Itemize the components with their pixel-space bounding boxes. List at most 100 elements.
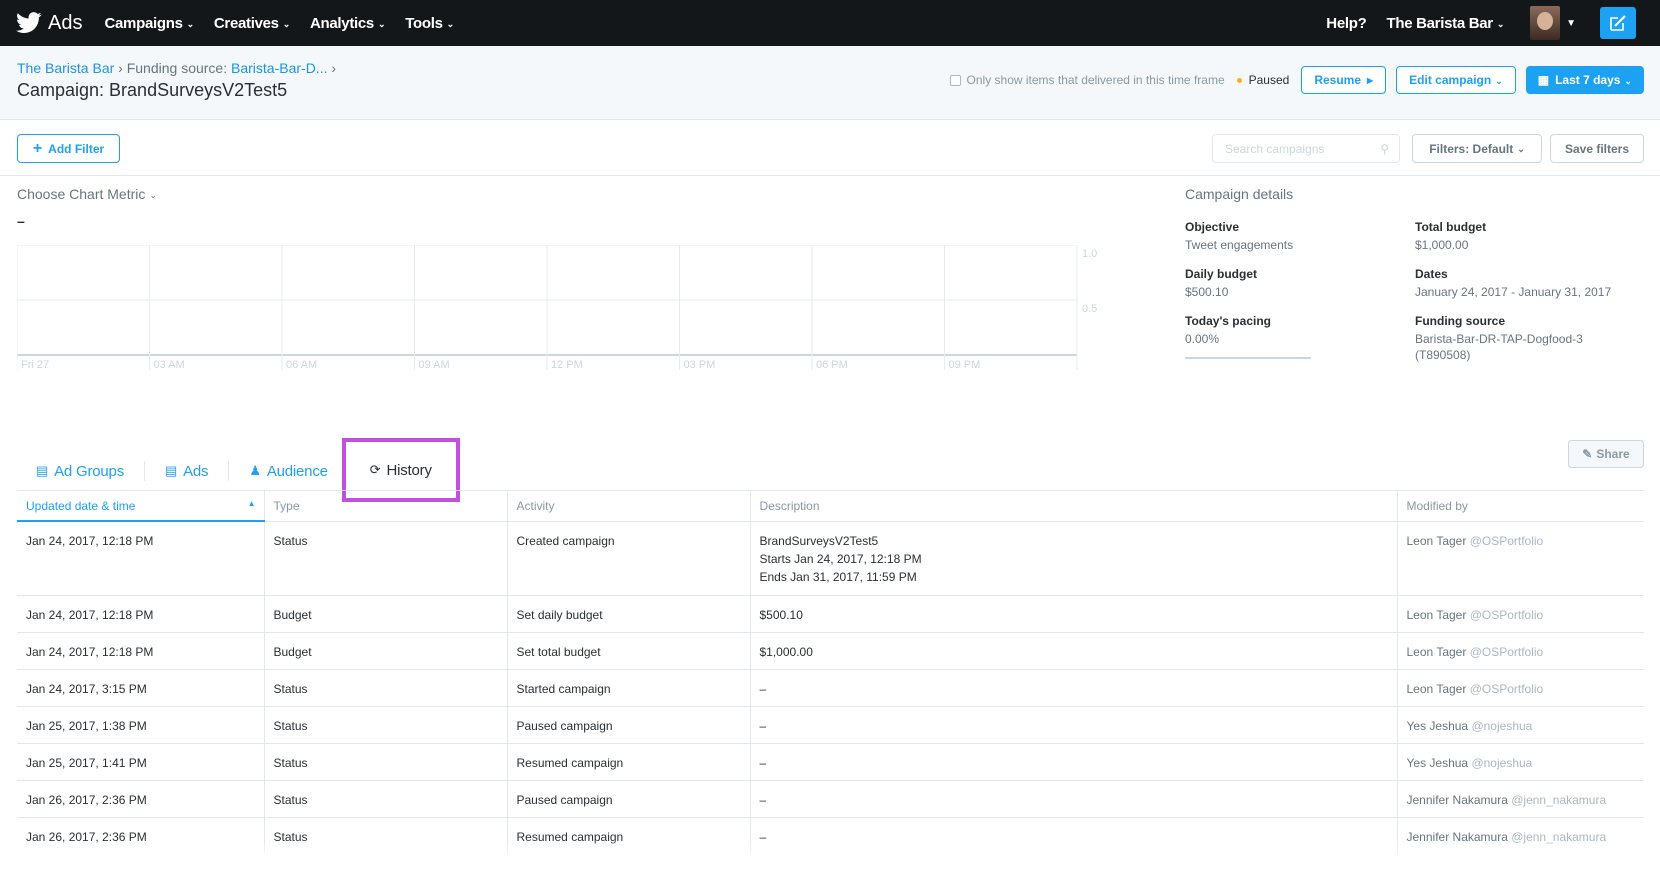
- chart-x-tick-label: Fri 27: [21, 359, 49, 371]
- only-show-checkbox[interactable]: [949, 74, 961, 86]
- cell-date: Jan 25, 2017, 1:41 PM: [17, 742, 265, 780]
- twitter-bird-icon: [16, 12, 42, 33]
- campaign-details: Campaign details Objective Tweet engageme…: [1185, 186, 1645, 363]
- paused-status-dot: [1236, 77, 1242, 83]
- chevron-down-icon: ⌄: [149, 189, 157, 200]
- breadcrumb-account-link[interactable]: The Barista Bar: [17, 60, 114, 76]
- breadcrumb-funding-label: Funding source:: [126, 60, 228, 76]
- date-range-button[interactable]: ▦ Last 7 days ⌄: [1525, 66, 1644, 94]
- cell-modified-by: Yes Jeshua @nojeshua: [1397, 705, 1644, 743]
- column-header-modified-by[interactable]: Modified by: [1397, 491, 1644, 521]
- cell-modified-by: Leon Tager @OSPortfolio: [1397, 631, 1644, 669]
- add-filter-button[interactable]: + Add Filter: [17, 134, 120, 163]
- chart-x-tick-label: 06 PM: [816, 359, 848, 371]
- main-menu: Campaigns ⌄ Creatives ⌄ Analytics ⌄ Tools ⌄: [104, 15, 473, 32]
- table-row: Jan 25, 2017, 1:38 PM Status Paused camp…: [17, 705, 1644, 743]
- chevron-down-icon[interactable]: ▼: [1566, 18, 1576, 29]
- breadcrumb: The Barista Bar › Funding source: Barist…: [17, 60, 336, 76]
- history-icon: ⟳: [369, 462, 381, 477]
- cell-description: –: [750, 668, 1398, 706]
- account-switcher[interactable]: The Barista Bar ⌄: [1386, 15, 1504, 32]
- top-nav: Ads Campaigns ⌄ Creatives ⌄ Analytics ⌄ Too…: [0, 0, 1660, 46]
- chevron-down-icon: ⌄: [1496, 18, 1505, 29]
- chevron-down-icon: ⌄: [1495, 75, 1503, 86]
- user-handle-link[interactable]: @OSPortfolio: [1470, 608, 1544, 622]
- chart-metric-dropdown[interactable]: Choose Chart Metric ⌄: [17, 186, 157, 202]
- share-button[interactable]: ✎ Share: [1568, 440, 1644, 468]
- date-range-label: Last 7 days: [1555, 73, 1621, 87]
- menu-tools[interactable]: Tools ⌄: [405, 15, 454, 32]
- chevron-down-icon: ⌄: [377, 18, 386, 29]
- detail-value: Barista-Bar-DR-TAP-Dogfood-3 (T890508): [1415, 332, 1583, 362]
- save-filters-button[interactable]: Save filters: [1550, 134, 1644, 163]
- menu-analytics[interactable]: Analytics ⌄: [310, 15, 386, 32]
- help-link[interactable]: Help?: [1326, 15, 1366, 32]
- cell-description: $500.10: [750, 594, 1398, 632]
- user-handle-link[interactable]: @OSPortfolio: [1470, 645, 1544, 659]
- menu-campaigns[interactable]: Campaigns ⌄: [104, 15, 195, 32]
- detail-label: Dates: [1415, 267, 1448, 281]
- cell-type: Status: [264, 520, 508, 595]
- column-header-updated[interactable]: Updated date & time ▲: [17, 491, 265, 522]
- user-handle-link[interactable]: @nojeshua: [1471, 719, 1532, 733]
- cell-modified-by: Leon Tager @OSPortfolio: [1397, 594, 1644, 632]
- user-name: Yes Jeshua: [1406, 718, 1469, 733]
- share-label: Share: [1596, 447, 1630, 461]
- column-header-activity[interactable]: Activity: [507, 491, 751, 521]
- resume-button[interactable]: Resume ▶: [1301, 66, 1387, 94]
- detail-daily-budget: Daily budget $500.10: [1185, 267, 1415, 300]
- user-name: Jennifer Nakamura: [1406, 792, 1508, 807]
- filters-dropdown-label: Filters: Default: [1429, 141, 1514, 156]
- compose-button[interactable]: [1600, 7, 1636, 39]
- cell-modified-by: Leon Tager @OSPortfolio: [1397, 668, 1644, 706]
- avatar[interactable]: [1530, 6, 1561, 40]
- cell-modified-by: Leon Tager @OSPortfolio: [1397, 520, 1644, 595]
- user-handle-link[interactable]: @jenn_nakamura: [1511, 793, 1606, 807]
- cell-type: Budget: [264, 631, 508, 669]
- sort-ascending-icon: ▲: [247, 498, 256, 508]
- pencil-icon: ✎: [1582, 447, 1593, 461]
- detail-value: $500.10: [1185, 285, 1229, 299]
- cell-activity: Set daily budget: [507, 594, 751, 632]
- column-header-description[interactable]: Description: [750, 491, 1398, 521]
- user-handle-link[interactable]: @OSPortfolio: [1470, 682, 1544, 696]
- cell-type: Status: [264, 705, 508, 743]
- menu-creatives[interactable]: Creatives ⌄: [214, 15, 290, 32]
- cell-activity: Paused campaign: [507, 779, 751, 817]
- tab-ad-groups[interactable]: ▤ Ad Groups: [36, 463, 124, 480]
- filters-dropdown[interactable]: Filters: Default ⌄: [1412, 134, 1542, 163]
- column-header-label: Updated date & time: [26, 498, 136, 513]
- chart-y-tick-label: 1.0: [1082, 248, 1097, 260]
- table-row: Jan 24, 2017, 12:18 PM Status Created ca…: [17, 520, 1644, 595]
- user-handle-link[interactable]: @nojeshua: [1471, 756, 1532, 770]
- ads-home-link[interactable]: Ads: [16, 12, 104, 35]
- chevron-down-icon: ⌄: [446, 18, 455, 29]
- tab-divider: [144, 461, 145, 481]
- chevron-down-icon: ⌄: [1517, 144, 1525, 154]
- chart-metric-label: Choose Chart Metric: [17, 186, 146, 202]
- cell-activity: Paused campaign: [507, 705, 751, 743]
- tab-audience[interactable]: ♟ Audience: [249, 463, 328, 480]
- detail-funding-source: Funding source Barista-Bar-DR-TAP-Dogfood…: [1415, 314, 1645, 363]
- cell-date: Jan 24, 2017, 12:18 PM: [17, 594, 265, 632]
- tab-ads[interactable]: ▤ Ads: [165, 463, 209, 480]
- detail-label: Daily budget: [1185, 267, 1258, 281]
- cell-date: Jan 24, 2017, 12:18 PM: [17, 520, 265, 595]
- detail-pacing: Today's pacing 0.00%: [1185, 314, 1415, 363]
- cell-activity: Created campaign: [507, 520, 751, 595]
- breadcrumb-funding-link[interactable]: Barista-Bar-D...: [231, 60, 327, 76]
- cell-description: –: [750, 742, 1398, 780]
- cell-description: $1,000.00: [750, 631, 1398, 669]
- cell-activity: Set total budget: [507, 631, 751, 669]
- table-row: Jan 26, 2017, 2:36 PM Status Paused camp…: [17, 779, 1644, 817]
- column-header-type[interactable]: Type: [264, 491, 508, 521]
- play-icon: ▶: [1367, 75, 1374, 85]
- user-handle-link[interactable]: @OSPortfolio: [1470, 534, 1544, 548]
- cell-date: Jan 24, 2017, 12:18 PM: [17, 631, 265, 669]
- chevron-down-icon: ⌄: [186, 18, 195, 29]
- search-input[interactable]: Search campaigns ⚲: [1212, 134, 1400, 163]
- detail-label: Funding source: [1415, 314, 1505, 328]
- table-row: Jan 24, 2017, 3:15 PM Status Started cam…: [17, 668, 1644, 706]
- edit-campaign-button[interactable]: Edit campaign ⌄: [1396, 66, 1516, 94]
- chevron-down-icon: ⌄: [282, 18, 291, 29]
